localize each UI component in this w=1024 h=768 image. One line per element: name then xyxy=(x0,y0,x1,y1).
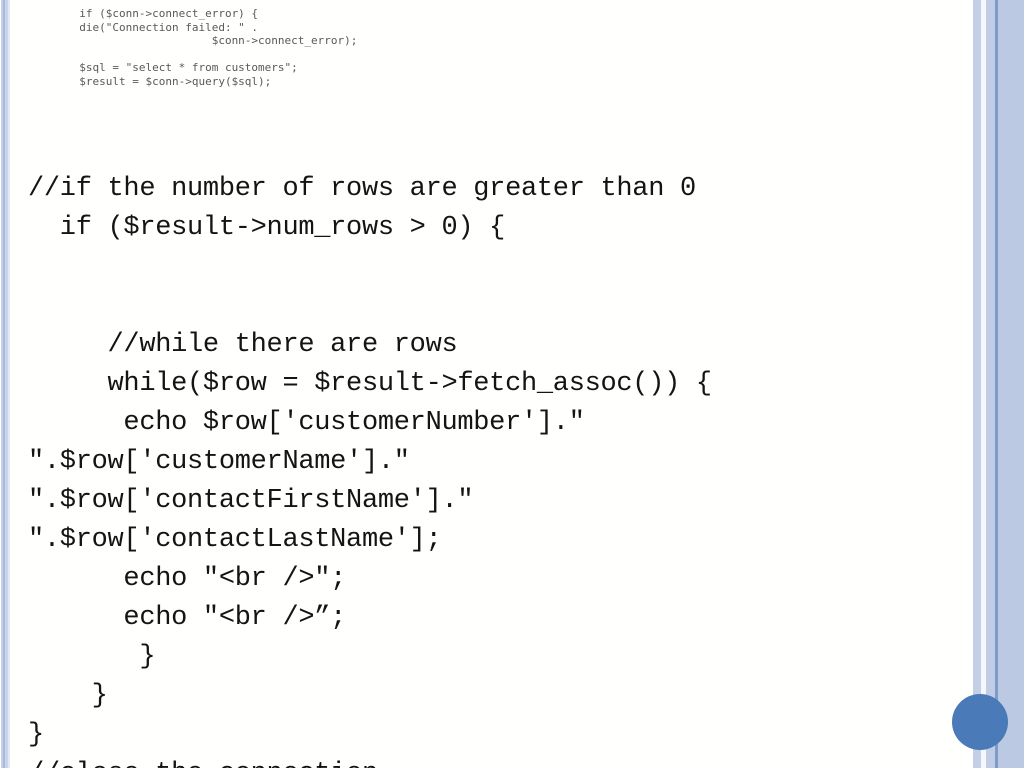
right-accent-bar-1 xyxy=(973,0,981,768)
code-block-header: if ($conn->connect_error) { die("Connect… xyxy=(79,7,358,88)
code-block-main-text: //if the number of rows are greater than… xyxy=(28,174,712,768)
right-accent-bar-2 xyxy=(981,0,986,768)
decorative-circle xyxy=(952,694,1008,750)
right-accent-bar-3 xyxy=(986,0,995,768)
slide-canvas: if ($conn->connect_error) { die("Connect… xyxy=(0,0,1024,768)
left-accent-bar-2 xyxy=(3,0,5,768)
left-accent-bar-3 xyxy=(5,0,8,768)
left-accent-bar-1 xyxy=(1,0,3,768)
left-accent-bar-4 xyxy=(8,0,10,768)
right-accent-bar-4 xyxy=(995,0,998,768)
code-block-main: //if the number of rows are greater than… xyxy=(28,92,928,768)
right-accent-bar-5 xyxy=(998,0,1024,768)
